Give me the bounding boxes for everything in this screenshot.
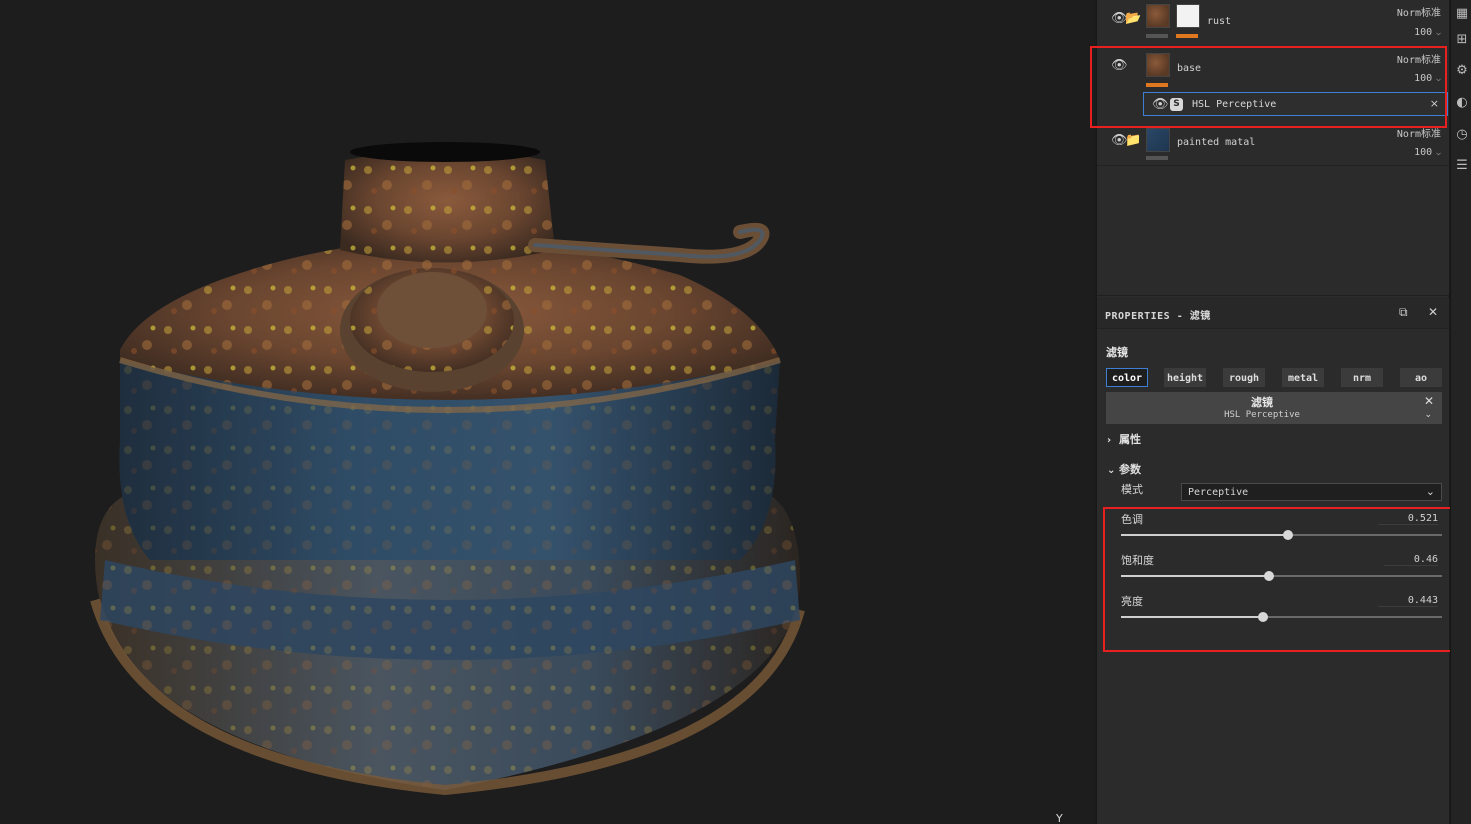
channel-tab-color[interactable]: color [1106, 368, 1148, 387]
mode-select[interactable]: Perceptive ⌄ [1181, 483, 1442, 501]
properties-panel: PROPERTIES - 滤镜 ⧉ ✕ 滤镜 color height roug… [1097, 297, 1453, 824]
attributes-label: 属性 [1119, 433, 1141, 446]
layer-name[interactable]: rust [1207, 16, 1231, 27]
mask-color-bar [1176, 34, 1198, 38]
layer-color-bar [1146, 34, 1168, 38]
highlight-box-layer [1090, 46, 1447, 128]
params-label: 参数 [1119, 463, 1141, 476]
folder-open-icon[interactable]: 📂 [1125, 12, 1141, 26]
mode-label: 模式 [1121, 483, 1143, 496]
layer-color-bar [1146, 156, 1168, 160]
axis-y-label: Y [1056, 812, 1063, 824]
folder-icon[interactable]: 📁 [1125, 134, 1141, 148]
opacity-value[interactable]: 100 ⌵ [1414, 27, 1441, 38]
blend-mode[interactable]: Norm标准 [1397, 4, 1441, 19]
chevron-down-icon: ⌄ [1425, 485, 1435, 498]
canister-model [90, 142, 805, 796]
settings-icon[interactable]: ⚙ [1454, 63, 1470, 79]
channel-tab-metal[interactable]: metal [1282, 368, 1324, 387]
channel-tab-rough[interactable]: rough [1223, 368, 1265, 387]
layer-name[interactable]: painted matal [1177, 137, 1255, 148]
chevron-right-icon: › [1107, 435, 1112, 446]
channel-tab-nrm[interactable]: nrm [1341, 368, 1383, 387]
filter-box-title: 滤镜 [1251, 396, 1273, 409]
layer-thumbnail [1146, 4, 1170, 28]
channel-tab-height[interactable]: height [1164, 368, 1206, 387]
properties-header: PROPERTIES - 滤镜 ⧉ ✕ [1097, 297, 1449, 329]
grid-icon[interactable]: ⊞ [1454, 32, 1470, 48]
palette-icon[interactable]: ◐ [1454, 95, 1470, 111]
maximize-icon[interactable]: ⧉ [1399, 305, 1408, 320]
document-icon[interactable]: ☰ [1454, 158, 1470, 174]
close-icon[interactable]: ✕ [1428, 305, 1438, 319]
opacity-value[interactable]: 100 ⌵ [1414, 147, 1441, 158]
history-icon[interactable]: ◷ [1454, 127, 1470, 143]
channel-tab-ao[interactable]: ao [1400, 368, 1442, 387]
chevron-down-icon: ⌄ [1107, 465, 1116, 476]
filter-box-subtitle: HSL Perceptive [1224, 410, 1300, 420]
right-toolbar: ▦ ⊞ ⚙ ◐ ◷ ☰ [1450, 0, 1471, 824]
channel-tabs: color height rough metal nrm ao [1106, 368, 1442, 388]
params-section[interactable]: ⌄ 参数 [1107, 461, 1141, 477]
layer-mask-thumbnail[interactable] [1176, 4, 1200, 28]
layer-thumbnail [1146, 128, 1170, 152]
chevron-down-icon[interactable]: ⌄ [1424, 410, 1432, 420]
layers-divider [1097, 165, 1449, 166]
right-panel: 👁 📂 rust Norm标准 100 ⌵ 👁 base Norm标准 100 ⌵ … [1090, 0, 1453, 824]
properties-title: PROPERTIES - 滤镜 [1105, 311, 1211, 322]
mode-value: Perceptive [1188, 487, 1249, 498]
layer-row-rust[interactable]: 👁 📂 rust Norm标准 100 ⌵ [1097, 0, 1449, 46]
layers-icon[interactable]: ▦ [1454, 6, 1470, 22]
attributes-section[interactable]: › 属性 [1107, 431, 1141, 447]
clear-filter-icon[interactable]: ✕ [1424, 394, 1434, 408]
section-title: 滤镜 [1106, 346, 1128, 359]
3d-viewport[interactable]: Y [0, 0, 1094, 824]
highlight-box-sliders [1103, 507, 1453, 652]
layers-panel: 👁 📂 rust Norm标准 100 ⌵ 👁 base Norm标准 100 ⌵ … [1090, 0, 1449, 296]
filter-selector[interactable]: 滤镜 HSL Perceptive ✕ ⌄ [1106, 392, 1442, 424]
layer-row-painted-matal[interactable]: 👁 📁 painted matal Norm标准 100 ⌵ [1097, 124, 1449, 164]
